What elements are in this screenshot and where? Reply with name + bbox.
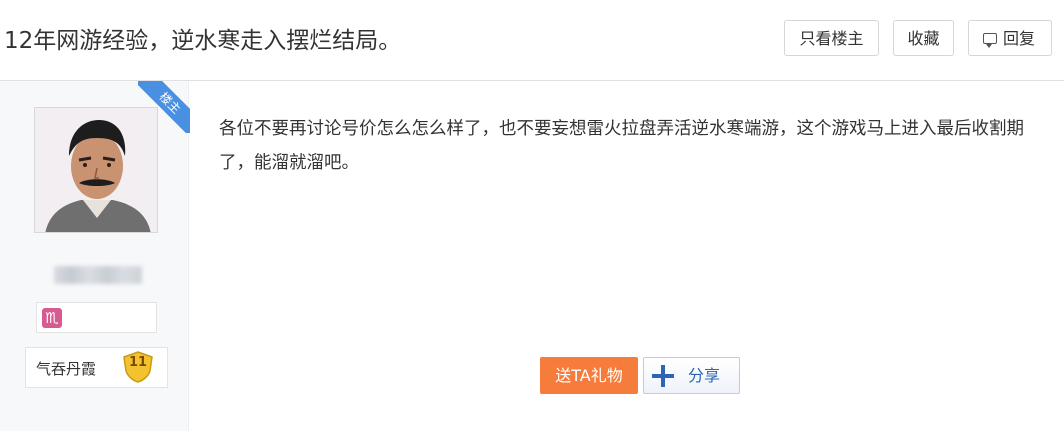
- username-blurred[interactable]: [54, 266, 142, 284]
- send-gift-button[interactable]: 送TA礼物: [540, 357, 638, 394]
- post-content: 各位不要再讨论号价怎么怎么样了，也不要妄想雷火拉盘弄活逆水寒端游，这个游戏马上进…: [219, 119, 1024, 173]
- level-badge-box[interactable]: 气吞丹霞 11: [25, 347, 168, 388]
- avatar-portrait-icon: [35, 108, 157, 232]
- only-view-op-button[interactable]: 只看楼主: [784, 20, 879, 56]
- level-title: 气吞丹霞: [36, 360, 97, 378]
- level-shield-icon: 11: [122, 351, 154, 383]
- thread-title-bar: 12年网游经验，逆水寒走入摆烂结局。 只看楼主 收藏 回复: [0, 0, 1064, 81]
- comment-icon: [983, 33, 997, 48]
- share-button[interactable]: 分享: [643, 357, 740, 394]
- level-number: 11: [128, 355, 148, 370]
- share-button-label: 分享: [688, 366, 721, 385]
- plus-icon: [652, 365, 674, 387]
- avatar[interactable]: [34, 107, 158, 233]
- reply-button-label: 回复: [1002, 29, 1035, 48]
- thread-title: 12年网游经验，逆水寒走入摆烂结局。: [4, 28, 402, 54]
- scorpio-icon: ♏: [42, 308, 62, 328]
- zodiac-badge: ♏: [36, 302, 157, 333]
- reply-button[interactable]: 回复: [968, 20, 1052, 56]
- collect-button[interactable]: 收藏: [893, 20, 954, 56]
